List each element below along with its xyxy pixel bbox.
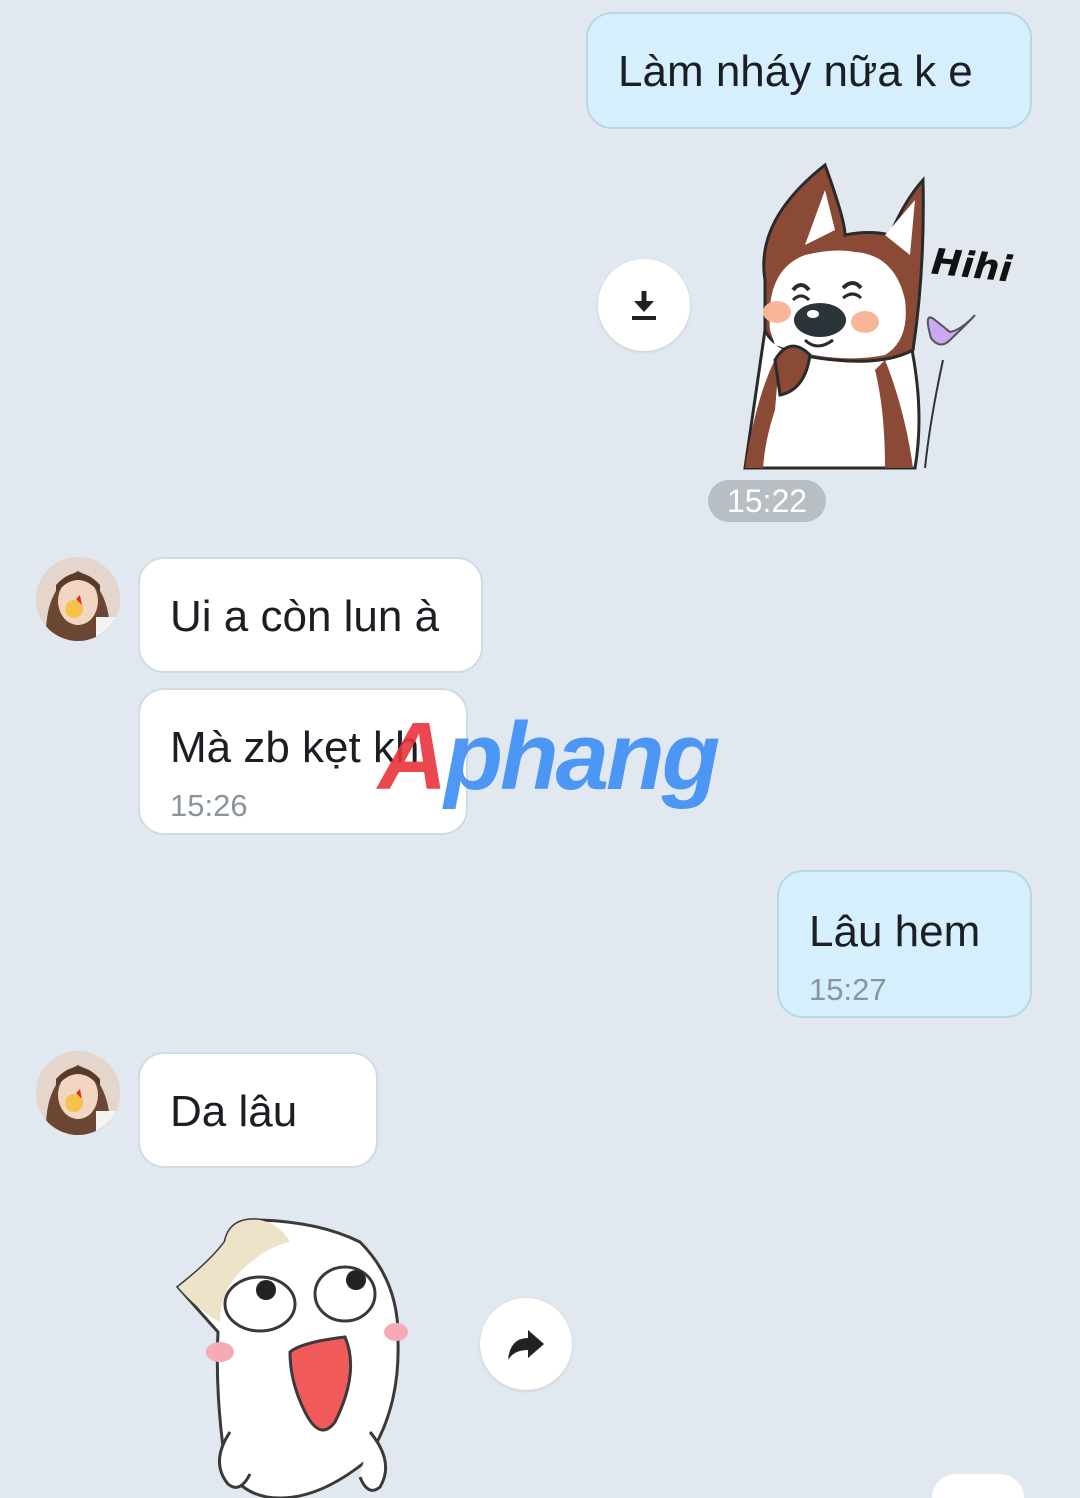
sticker-text: Hihi — [929, 242, 1014, 291]
avatar-image — [36, 557, 120, 641]
forward-button[interactable] — [480, 1298, 572, 1390]
forward-icon — [508, 1330, 544, 1360]
time-chip: 15:22 — [708, 480, 826, 522]
scroll-down-button[interactable] — [932, 1474, 1024, 1498]
watermark-logo: Aphang — [378, 703, 720, 810]
cat-sticker-image — [175, 1218, 408, 1498]
message-time: 15:27 — [809, 972, 887, 1007]
white-cat-sticker[interactable] — [170, 1212, 420, 1498]
message-bubble-outgoing[interactable]: Làm nháy nữa k e — [586, 12, 1032, 129]
message-bubble-outgoing[interactable]: Lâu hem 15:27 — [777, 870, 1032, 1018]
chat-view: Làm nháy nữa k e Hihi 15:22 Ui a còn lun… — [0, 0, 1080, 1498]
message-time: 15:26 — [170, 788, 248, 823]
avatar[interactable] — [36, 1051, 120, 1135]
message-text: Da lâu — [170, 1087, 298, 1136]
message-text: Ui a còn lun à — [170, 592, 440, 641]
message-text: Lâu hem — [809, 907, 981, 956]
husky-hihi-sticker[interactable]: Hihi — [735, 160, 1035, 470]
download-button[interactable] — [598, 259, 690, 351]
avatar[interactable] — [36, 557, 120, 641]
message-bubble-incoming[interactable]: Da lâu — [138, 1052, 378, 1168]
message-bubble-incoming[interactable]: Ui a còn lun à — [138, 557, 483, 673]
message-text: Làm nháy nữa k e — [618, 47, 973, 96]
download-icon — [632, 291, 656, 320]
husky-sticker-image: Hihi — [743, 162, 1014, 470]
avatar-image — [36, 1051, 120, 1135]
